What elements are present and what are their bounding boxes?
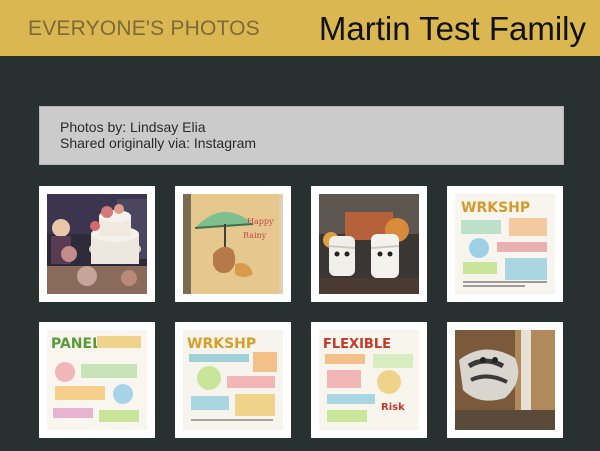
photographer-credit: Photos by: Lindsay Elia	[60, 119, 206, 135]
photo-thumbnail-cat[interactable]	[447, 322, 563, 438]
photo-marshmallow-mummies	[319, 194, 419, 294]
photo-cake-party	[47, 194, 147, 294]
photo-thumbnail-workshop-sketchnote-2[interactable]: WRKSHP	[175, 322, 291, 438]
svg-text:PANEL: PANEL	[51, 336, 101, 352]
photo-umbrella-cookie: Happy Rainy	[183, 194, 283, 294]
photo-thumbnail-panel-sketchnote[interactable]: PANEL	[39, 322, 155, 438]
photo-workshop-sketchnote-1: WRKSHP	[455, 194, 555, 294]
photo-workshop-sketchnote-2: WRKSHP	[183, 330, 283, 430]
photo-thumbnail-marshmallow-mummies[interactable]	[311, 186, 427, 302]
photo-thumbnail-umbrella-cookie[interactable]: Happy Rainy	[175, 186, 291, 302]
share-source: Shared originally via: Instagram	[60, 135, 257, 151]
svg-text:Rainy: Rainy	[243, 231, 267, 240]
photo-panel-sketchnote: PANEL	[47, 330, 147, 430]
photo-flexible-cut-sketchnote: FLEXIBLE Risk	[319, 330, 419, 430]
svg-text:Risk: Risk	[381, 402, 405, 413]
svg-text:FLEXIBLE: FLEXIBLE	[323, 337, 391, 352]
photo-thumbnail-flexible-cut-sketchnote[interactable]: FLEXIBLE Risk	[311, 322, 427, 438]
family-name-title: Martin Test Family	[318, 10, 586, 47]
photo-info-panel: Photos by: Lindsay Elia Shared originall…	[39, 106, 564, 165]
app-header: EVERYONE'S PHOTOS Martin Test Family	[0, 0, 600, 56]
photo-thumbnail-workshop-sketchnote[interactable]: WRKSHP	[447, 186, 563, 302]
svg-text:Happy: Happy	[247, 217, 274, 226]
photo-thumbnail-cake-party[interactable]	[39, 186, 155, 302]
svg-text:WRKSHP: WRKSHP	[187, 336, 256, 352]
photo-cat	[455, 330, 555, 430]
svg-text:WRKSHP: WRKSHP	[461, 200, 530, 216]
section-title[interactable]: EVERYONE'S PHOTOS	[28, 17, 260, 41]
